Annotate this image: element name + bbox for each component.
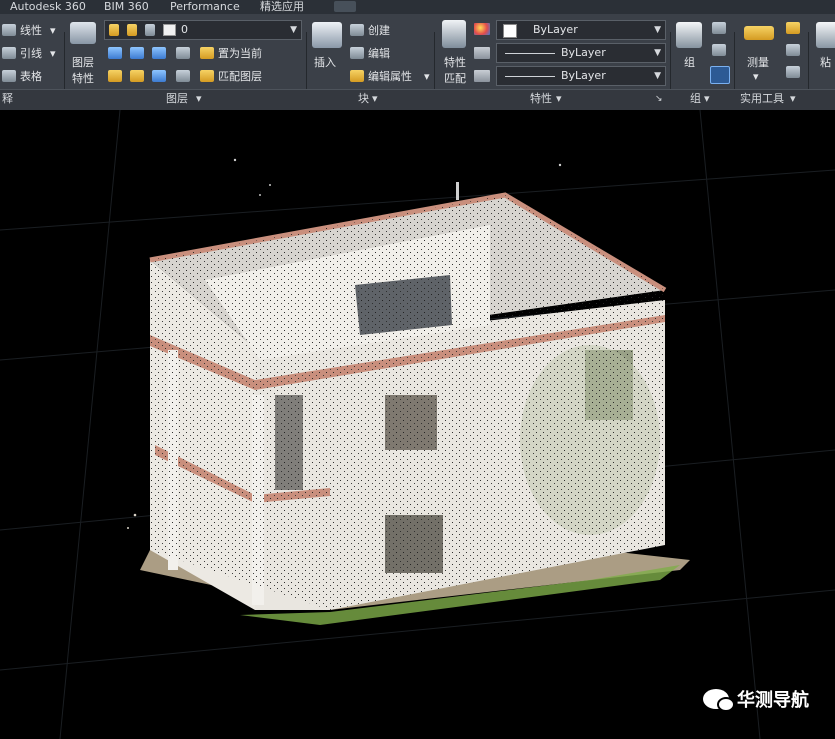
ribbon-tab-bar: Autodesk 360 BIM 360 Performance 精选应用 (0, 0, 835, 14)
edit-attributes-button[interactable]: 编辑属性 (368, 70, 412, 83)
layer-color-swatch (163, 24, 176, 36)
insert-button[interactable]: 插入 (314, 56, 336, 69)
color-swatch (503, 24, 517, 38)
match-properties-icon (442, 20, 466, 48)
line-preview (505, 53, 555, 54)
create-block-button[interactable]: 创建 (368, 24, 390, 37)
lineweight-dropdown[interactable]: ByLayer ▼ (496, 43, 666, 63)
layer-isolate-icon[interactable] (130, 47, 144, 59)
lineweight-value: ByLayer (561, 46, 606, 59)
block-panel-label[interactable]: 块 (358, 90, 369, 108)
building-point-cloud (127, 158, 690, 625)
layers-panel-label[interactable]: 图层 (166, 90, 188, 108)
speckle-overlay (150, 195, 665, 610)
chevron-down-icon[interactable]: ▼ (654, 44, 661, 62)
layer-properties-label-2[interactable]: 特性 (72, 72, 94, 85)
set-current-icon (200, 47, 214, 59)
point-icon[interactable] (786, 44, 800, 56)
measure-button[interactable]: 测量 (747, 56, 769, 69)
lightbulb-icon[interactable] (109, 24, 119, 36)
match-layer-icon (200, 70, 214, 82)
tab-autodesk-360[interactable]: Autodesk 360 (10, 0, 86, 14)
leader-button[interactable]: 引线 (20, 47, 42, 60)
layer-thaw-icon[interactable] (152, 70, 166, 82)
chevron-down-icon[interactable]: ▼ (654, 67, 661, 85)
edit-attributes-icon (350, 70, 364, 82)
layer-off-icon[interactable] (108, 47, 122, 59)
chevron-down-icon[interactable]: ▾ (753, 70, 759, 83)
match-properties-label-2[interactable]: 匹配 (444, 72, 466, 85)
layer-unlock-icon[interactable] (176, 70, 190, 82)
group-button[interactable]: 组 (684, 56, 695, 69)
color-wheel-icon (474, 23, 490, 35)
antenna (456, 182, 459, 200)
wechat-logo-icon (703, 689, 735, 712)
color-value: ByLayer (533, 23, 578, 36)
line-preview (505, 76, 555, 77)
properties-panel-label[interactable]: 特性 (530, 90, 552, 108)
linetype-icon (474, 70, 490, 82)
match-properties-label-1[interactable]: 特性 (444, 56, 466, 69)
dropdown-arrow-icon[interactable]: ▾ (424, 70, 430, 83)
color-dropdown[interactable]: ByLayer ▼ (496, 20, 666, 40)
set-current-button[interactable]: 置为当前 (218, 47, 262, 60)
group-edit-icon[interactable] (712, 44, 726, 56)
annotation-panel-label[interactable]: 释 (2, 90, 13, 108)
layer-on-icon[interactable] (108, 70, 122, 82)
paste-button[interactable]: 粘 (820, 56, 831, 69)
sun-icon[interactable] (127, 24, 137, 36)
insert-block-icon (312, 22, 342, 48)
create-block-icon (350, 24, 364, 36)
wechat-watermark: 华测导航 (703, 685, 809, 713)
current-layer-name: 0 (181, 23, 188, 36)
lock-icon[interactable] (145, 24, 155, 36)
layer-freeze-icon[interactable] (152, 47, 166, 59)
chevron-down-icon[interactable]: ▾ (372, 90, 378, 108)
calculator-icon[interactable] (786, 66, 800, 78)
tab-featured-apps[interactable]: 精选应用 (260, 0, 304, 14)
linetype-value: ByLayer (561, 69, 606, 82)
ungroup-icon[interactable] (712, 22, 726, 34)
chevron-down-icon[interactable]: ▾ (704, 90, 710, 108)
lineweight-icon (474, 47, 490, 59)
groups-panel-label[interactable]: 组 (690, 90, 701, 108)
edit-block-icon (350, 47, 364, 59)
group-selection-toggle-icon[interactable] (710, 66, 730, 84)
dropdown-arrow-icon[interactable]: ▾ (50, 47, 56, 60)
paste-icon (816, 22, 835, 48)
tab-overflow-button[interactable] (334, 1, 356, 12)
linear-dimension-icon (2, 24, 16, 36)
layer-dropdown[interactable]: 0 ▼ (104, 20, 302, 40)
utilities-panel-label[interactable]: 实用工具 (740, 90, 784, 108)
dialog-launcher-icon[interactable]: ↘ (655, 90, 663, 108)
layer-unisolate-icon[interactable] (130, 70, 144, 82)
table-icon (2, 70, 16, 82)
quick-select-icon[interactable] (786, 22, 800, 34)
tab-bim-360[interactable]: BIM 360 (104, 0, 149, 14)
layer-lock-icon[interactable] (176, 47, 190, 59)
leader-icon (2, 47, 16, 59)
layer-properties-icon (70, 22, 96, 44)
linetype-dropdown[interactable]: ByLayer ▼ (496, 66, 666, 86)
chevron-down-icon[interactable]: ▾ (196, 90, 202, 108)
chevron-down-icon[interactable]: ▼ (654, 21, 661, 39)
table-button[interactable]: 表格 (20, 70, 42, 83)
match-layer-button[interactable]: 匹配图层 (218, 70, 262, 83)
group-icon (676, 22, 702, 48)
tab-performance[interactable]: Performance (170, 0, 240, 14)
layer-properties-label-1[interactable]: 图层 (72, 56, 94, 69)
watermark-text: 华测导航 (737, 690, 809, 711)
measure-ruler-icon (744, 26, 774, 40)
chevron-down-icon[interactable]: ▾ (556, 90, 562, 108)
edit-block-button[interactable]: 编辑 (368, 47, 390, 60)
drawing-viewport[interactable] (0, 110, 835, 739)
chevron-down-icon[interactable]: ▼ (290, 21, 297, 39)
linear-dimension-button[interactable]: 线性 (20, 24, 42, 37)
point-cloud-canvas (0, 110, 835, 739)
chevron-down-icon[interactable]: ▾ (790, 90, 796, 108)
dropdown-arrow-icon[interactable]: ▾ (50, 24, 56, 37)
